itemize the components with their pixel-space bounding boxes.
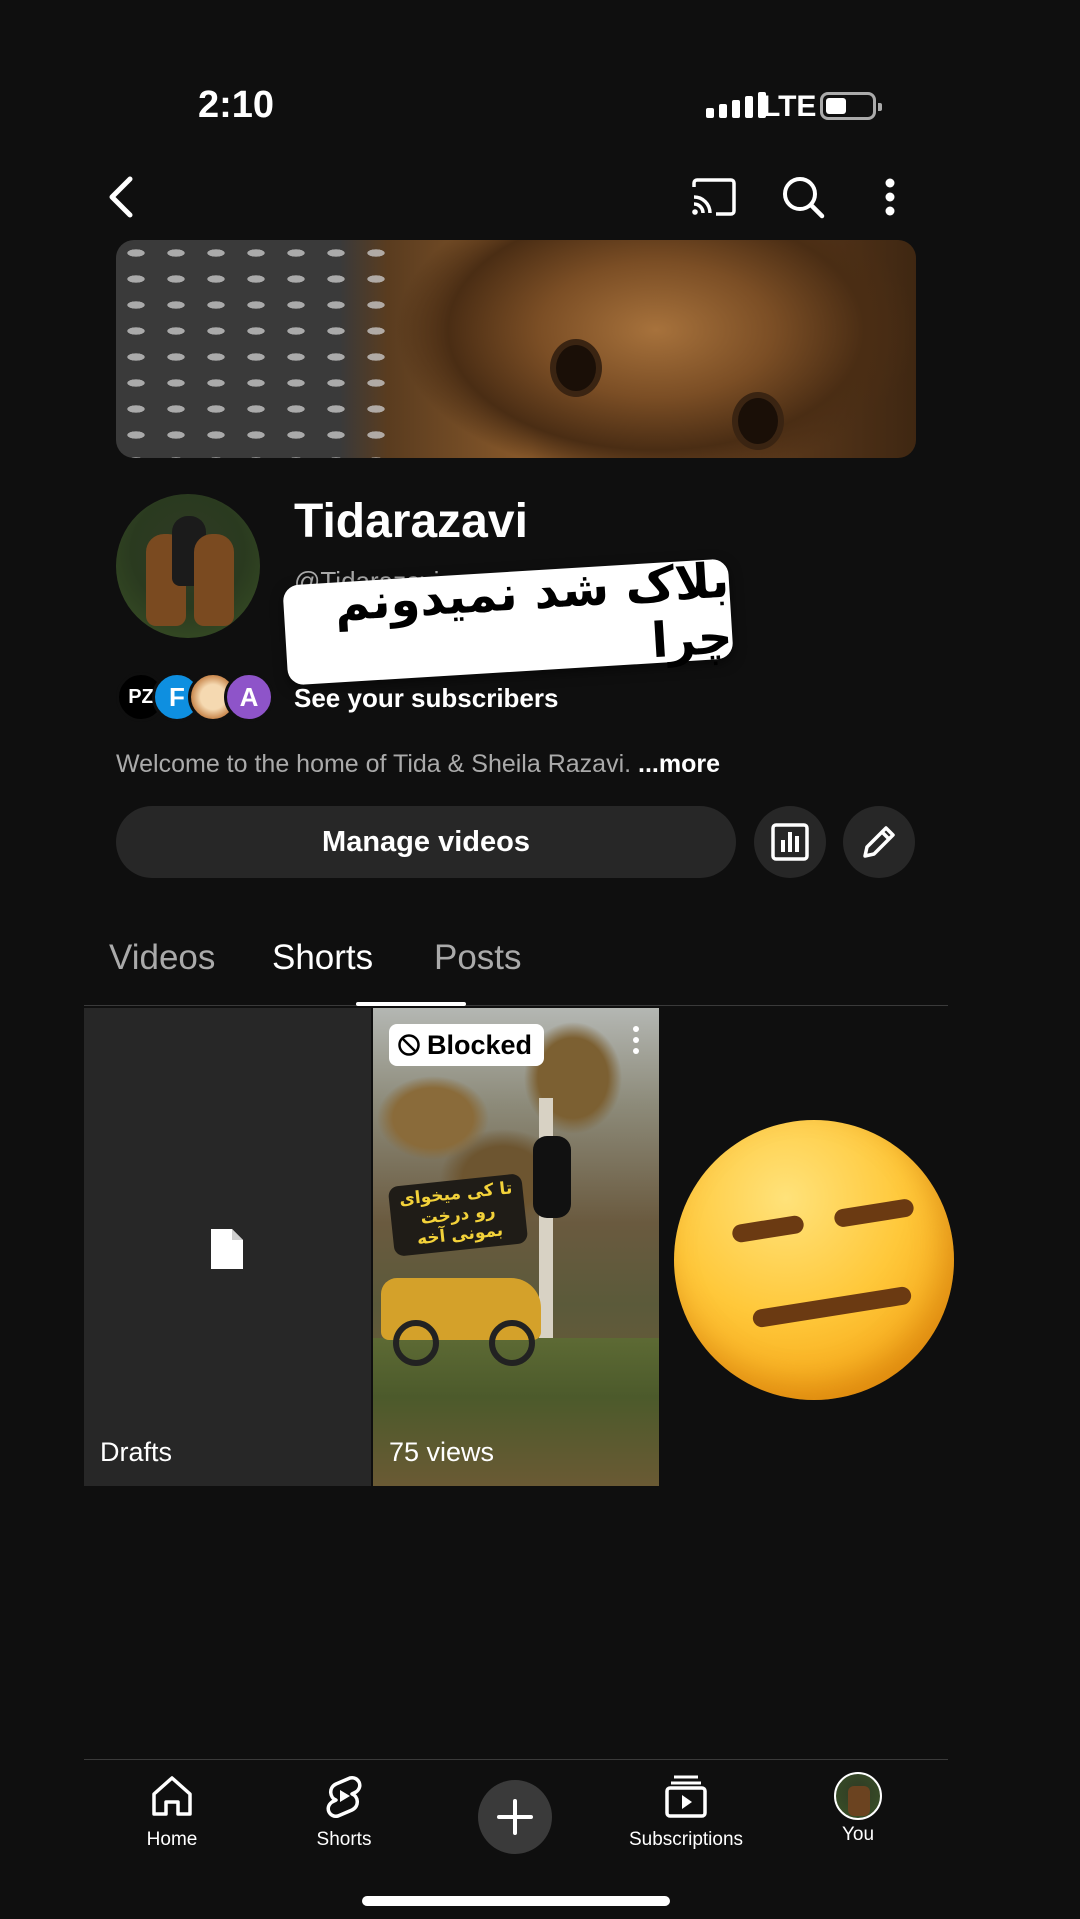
search-button[interactable] bbox=[771, 165, 835, 229]
home-icon bbox=[152, 1776, 192, 1816]
manage-videos-button[interactable]: Manage videos bbox=[116, 806, 736, 878]
channel-description[interactable]: Welcome to the home of Tida & Sheila Raz… bbox=[116, 750, 720, 779]
home-indicator[interactable] bbox=[362, 1896, 670, 1906]
nav-home-label: Home bbox=[146, 1829, 198, 1850]
drafts-label: Drafts bbox=[100, 1437, 173, 1467]
channel-banner bbox=[116, 240, 916, 458]
drafts-tile[interactable]: Drafts bbox=[84, 1008, 371, 1486]
edit-pencil-icon bbox=[863, 826, 895, 858]
text-sticker-overlay: بلاک شد نمیدونم چرا bbox=[282, 552, 734, 686]
status-bar: 2:10 LTE bbox=[0, 0, 1080, 150]
channel-avatar[interactable] bbox=[116, 494, 260, 638]
cast-icon bbox=[692, 178, 736, 216]
analytics-icon bbox=[771, 823, 809, 861]
document-icon bbox=[211, 1229, 243, 1269]
top-app-bar bbox=[0, 165, 1080, 245]
short-video-tile[interactable]: تا کی میخوای رو درخت بمونی آخه Blocked 7… bbox=[373, 1008, 659, 1486]
edit-channel-button[interactable] bbox=[843, 806, 915, 878]
nav-subscriptions-label: Subscriptions bbox=[628, 1829, 744, 1850]
you-avatar bbox=[834, 1772, 882, 1820]
create-plus-icon bbox=[497, 1799, 533, 1835]
more-options-button[interactable] bbox=[858, 165, 922, 229]
bottom-navigation: Home Shorts Subscriptions You bbox=[84, 1759, 948, 1859]
more-vert-icon bbox=[885, 178, 895, 216]
create-button[interactable] bbox=[478, 1780, 552, 1854]
search-icon bbox=[783, 177, 825, 219]
analytics-button[interactable] bbox=[754, 806, 826, 878]
tab-shorts[interactable]: Shorts bbox=[272, 938, 373, 978]
see-subscribers-link[interactable]: See your subscribers bbox=[294, 683, 558, 714]
signal-icon bbox=[706, 92, 766, 118]
tab-videos[interactable]: Videos bbox=[109, 938, 215, 978]
views-count: 75 views bbox=[389, 1437, 495, 1467]
description-text: Welcome to the home of Tida & Sheila Raz… bbox=[116, 750, 632, 778]
channel-tabs: Videos Shorts Posts bbox=[84, 926, 948, 1006]
expressionless-face-emoji bbox=[674, 1120, 954, 1400]
back-icon bbox=[109, 176, 133, 218]
battery-icon bbox=[820, 92, 882, 120]
nav-shorts[interactable]: Shorts bbox=[264, 1772, 424, 1851]
blocked-badge: Blocked bbox=[389, 1024, 545, 1066]
tab-posts[interactable]: Posts bbox=[434, 938, 522, 978]
cast-button[interactable] bbox=[682, 165, 746, 229]
video-caption-overlay: تا کی میخوای رو درخت بمونی آخه bbox=[387, 1173, 529, 1257]
nav-home[interactable]: Home bbox=[92, 1772, 252, 1851]
network-type: LTE bbox=[762, 90, 817, 123]
nav-subscriptions[interactable]: Subscriptions bbox=[606, 1772, 766, 1851]
nav-shorts-label: Shorts bbox=[316, 1829, 372, 1850]
nav-you-label: You bbox=[841, 1824, 875, 1845]
subscriber-avatar: A bbox=[224, 672, 274, 722]
short-more-button[interactable] bbox=[633, 1026, 639, 1054]
back-button[interactable] bbox=[90, 165, 154, 229]
shorts-icon bbox=[326, 1776, 362, 1818]
active-tab-indicator bbox=[356, 1002, 466, 1006]
subscriber-avatars[interactable]: PZ F A bbox=[116, 672, 274, 722]
subscriptions-icon bbox=[665, 1775, 707, 1818]
nav-you[interactable]: You bbox=[778, 1772, 938, 1846]
status-time: 2:10 bbox=[198, 84, 275, 126]
more-link[interactable]: ...more bbox=[638, 750, 720, 778]
channel-name: Tidarazavi bbox=[294, 495, 528, 548]
blocked-icon bbox=[398, 1034, 420, 1056]
blocked-label: Blocked bbox=[427, 1029, 533, 1060]
